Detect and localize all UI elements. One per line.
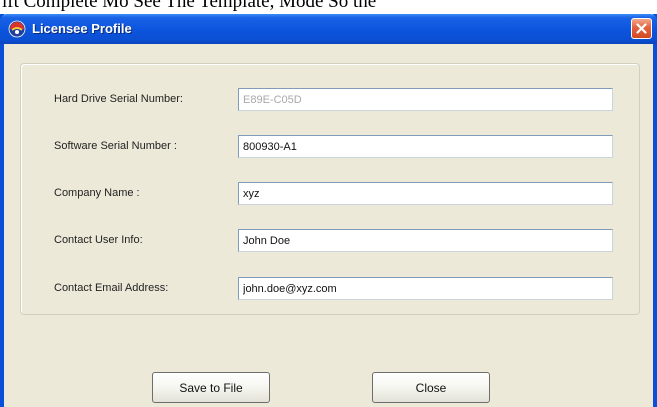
contact-user-info-input[interactable] (238, 229, 613, 252)
company-name-input[interactable] (238, 182, 613, 205)
close-button[interactable]: Close (372, 372, 490, 403)
hard-drive-serial-input[interactable] (238, 88, 613, 111)
background-window-strip: ift Complete Mo See The Template, Mode S… (0, 0, 657, 14)
contact-email-input[interactable] (238, 277, 613, 300)
close-window-button[interactable] (631, 18, 652, 39)
window-title: Licensee Profile (32, 21, 132, 36)
save-to-file-button[interactable]: Save to File (152, 372, 270, 403)
app-logo-icon (8, 20, 26, 38)
software-serial-label: Software Serial Number : (54, 140, 177, 152)
contact-user-info-label: Contact User Info: (54, 234, 143, 246)
hard-drive-serial-label: Hard Drive Serial Number: (54, 93, 183, 105)
licensee-profile-dialog: Licensee Profile Hard Drive Serial Numbe… (0, 14, 657, 407)
contact-email-label: Contact Email Address: (54, 282, 169, 294)
company-name-label: Company Name : (54, 187, 140, 199)
software-serial-input[interactable] (238, 135, 613, 158)
title-bar[interactable]: Licensee Profile (0, 14, 657, 44)
background-window-text: ift Complete Mo See The Template, Mode S… (2, 0, 377, 12)
